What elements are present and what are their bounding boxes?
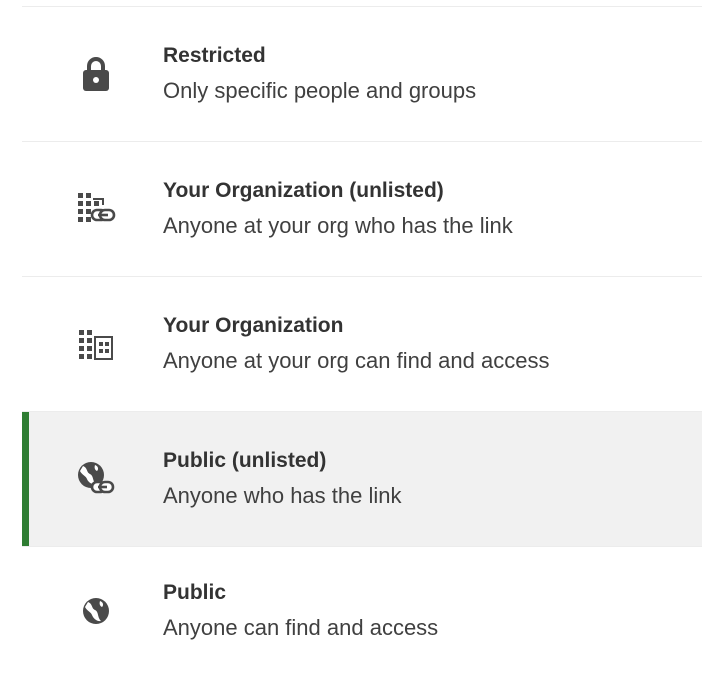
option-organization-unlisted[interactable]: Your Organization (unlisted) Anyone at y… <box>22 142 702 277</box>
option-description: Anyone at your org who has the link <box>163 213 513 238</box>
option-public[interactable]: Public Anyone can find and access <box>22 547 702 675</box>
option-public-unlisted[interactable]: Public (unlisted) Anyone who has the lin… <box>22 412 702 547</box>
option-description: Anyone can find and access <box>163 615 439 640</box>
visibility-option-list: Restricted Only specific people and grou… <box>22 6 702 675</box>
building-icon <box>76 324 116 364</box>
option-restricted[interactable]: Restricted Only specific people and grou… <box>22 7 702 142</box>
globe-icon <box>76 591 116 631</box>
building-link-icon <box>76 189 116 229</box>
option-text: Public Anyone can find and access <box>163 579 438 643</box>
option-text: Your Organization (unlisted) Anyone at y… <box>163 177 513 241</box>
globe-link-icon <box>76 459 116 499</box>
option-title: Public <box>163 581 227 604</box>
option-title: Public (unlisted) <box>163 449 327 472</box>
lock-icon <box>76 54 116 94</box>
option-title: Restricted <box>163 44 266 67</box>
option-title: Your Organization <box>163 314 344 337</box>
option-organization[interactable]: Your Organization Anyone at your org can… <box>22 277 702 412</box>
option-description: Anyone who has the link <box>163 483 402 508</box>
option-text: Your Organization Anyone at your org can… <box>163 312 549 376</box>
option-description: Only specific people and groups <box>163 78 477 103</box>
sharing-visibility-panel: Restricted Only specific people and grou… <box>0 0 702 685</box>
option-text: Public (unlisted) Anyone who has the lin… <box>163 447 402 511</box>
option-title: Your Organization (unlisted) <box>163 179 444 202</box>
option-description: Anyone at your org can find and access <box>163 348 550 373</box>
option-text: Restricted Only specific people and grou… <box>163 42 476 106</box>
